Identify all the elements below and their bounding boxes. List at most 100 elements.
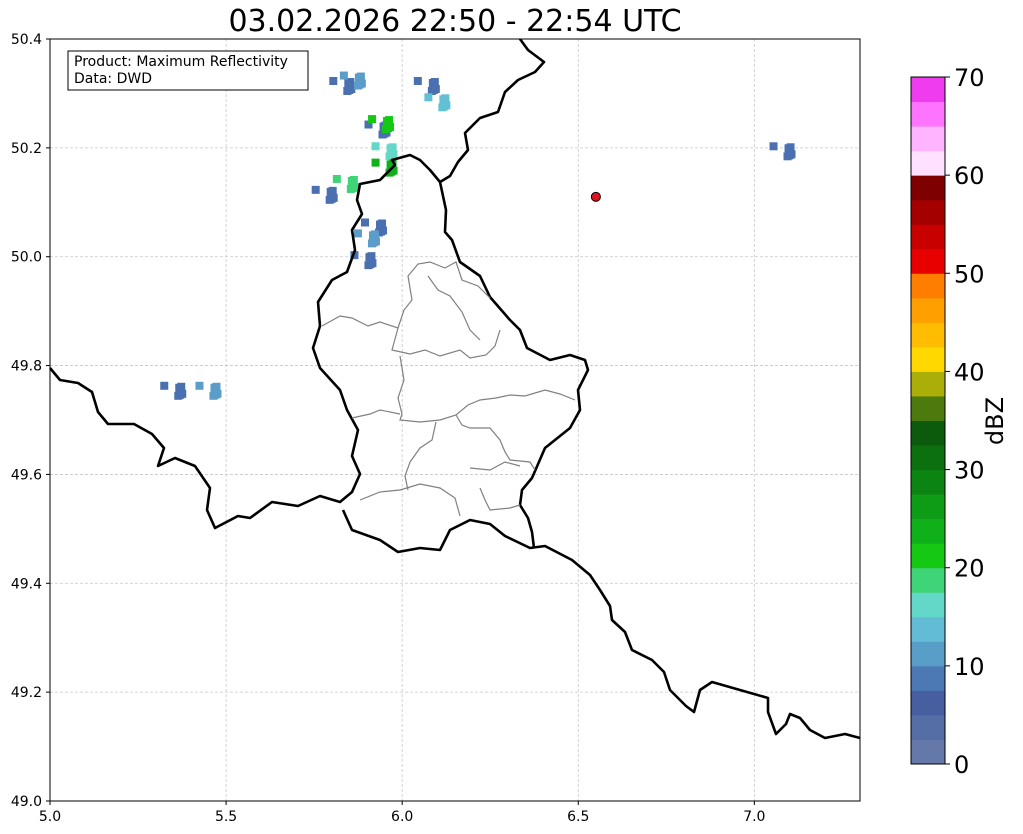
map-background [50,39,860,801]
radar-echo-pixel [210,383,219,392]
radar-echo-pixel [339,71,348,80]
map-plot-area: Product: Maximum Reflectivity Data: DWD … [11,32,861,825]
radar-echo-pixel [174,391,183,400]
radar-map-figure: 03.02.2026 22:50 - 22:54 UTC Product: Ma… [11,4,1009,825]
radar-echo-pixel [353,81,362,90]
colorbar-tick-label: 70 [954,64,985,92]
y-tick-label: 50.4 [11,32,42,48]
radar-echo-pixel [371,158,380,167]
info-data-source: Data: DWD [74,71,152,87]
colorbar-bin [911,101,945,127]
info-product: Product: Maximum Reflectivity [74,54,288,70]
colorbar-bin [911,543,945,569]
x-tick-label: 7.0 [743,809,765,825]
colorbar-blocks [911,77,945,765]
colorbar-bin [911,224,945,250]
colorbar-bin [911,175,945,201]
colorbar-bin [911,420,945,446]
colorbar-bin [911,126,945,152]
radar-echo-pixel [386,144,395,153]
figure-title: 03.02.2026 22:50 - 22:54 UTC [228,4,681,39]
radar-echo-pixel [354,73,363,82]
colorbar-bin [911,248,945,274]
radar-echo-pixel [160,381,169,390]
colorbar-tick-label: 60 [954,162,985,190]
colorbar-bin [911,494,945,520]
colorbar-bin [911,616,945,642]
colorbar-bin [911,714,945,740]
radar-echo-pixel [347,176,356,185]
radar-echo-pixel [382,125,391,134]
colorbar-bin [911,518,945,544]
colorbar-bin [911,273,945,299]
y-tick-label: 50.0 [11,250,42,266]
radar-echo-pixel [438,103,447,112]
colorbar-bin [911,445,945,471]
colorbar-tick-label: 40 [954,358,985,386]
x-tick-label: 6.5 [567,809,589,825]
y-tick-label: 49.0 [11,794,42,810]
colorbar-bin [911,371,945,397]
colorbar-bin [911,395,945,421]
colorbar-bin [911,322,945,348]
colorbar-bin [911,297,945,323]
y-tick-label: 49.2 [11,685,42,701]
radar-echo-pixel [329,76,338,85]
radar-echo-pixel [346,184,355,193]
radar-echo-pixel [383,117,392,126]
radar-echo-pixel [368,115,377,124]
radar-echo-pixel [364,261,373,270]
y-tick-label: 49.4 [11,576,42,592]
colorbar-bin [911,592,945,618]
info-box: Product: Maximum Reflectivity Data: DWD [67,50,309,91]
radar-echo-pixel [332,174,341,183]
colorbar-bin [911,77,945,103]
radar-echo-pixel [424,93,433,102]
colorbar-bin [911,199,945,225]
colorbar-bin [911,567,945,593]
colorbar-bin [911,739,945,765]
radar-echo-pixel [376,220,384,229]
colorbar-tick-label: 30 [954,457,985,485]
station-marker [590,191,601,202]
radar-echo-pixel [175,383,184,392]
radar-echo-pixel [428,78,437,87]
colorbar-tick-label: 20 [954,555,985,583]
radar-echo-pixel [365,253,374,262]
colorbar-bin [911,665,945,691]
radar-echo-pixel [209,391,218,400]
radar-echo-pixel [367,239,376,248]
radar-echo-pixel [326,187,335,196]
radar-echo-pixel [769,142,778,151]
y-tick-label: 50.2 [11,141,42,157]
radar-echo-pixel [371,142,380,151]
colorbar-bin [911,469,945,495]
location-marker [590,191,601,202]
x-tick-label: 5.0 [39,809,61,825]
x-tick-label: 5.5 [215,809,237,825]
colorbar-tick-label: 10 [954,653,985,681]
y-tick-label: 49.6 [11,467,42,483]
radar-echo-pixel [413,76,422,85]
colorbar-bin [911,150,945,176]
colorbar-bin [911,690,945,716]
radar-echo-pixel [344,78,353,87]
radar-echo-pixel [343,86,352,95]
colorbar-tick-label: 0 [954,751,969,779]
radar-echo-pixel [361,218,369,227]
colorbar: 0 10 20 30 40 50 60 70 dBZ [910,64,1009,779]
radar-echo-pixel [439,95,448,104]
radar-echo-pixel [353,229,362,238]
colorbar-ticks: 0 10 20 30 40 50 60 70 [945,64,985,779]
colorbar-bin [911,641,945,667]
x-tick-label: 6.0 [391,809,413,825]
colorbar-label: dBZ [981,397,1009,445]
radar-echo-pixel [783,152,792,161]
radar-echo-pixel [195,381,204,390]
radar-echo-pixel [368,231,377,240]
radar-echo-pixel [784,144,793,153]
y-tick-label: 49.8 [11,359,42,375]
colorbar-tick-label: 50 [954,260,985,288]
radar-echo-pixel [325,195,334,204]
radar-echo-pixel [311,185,320,194]
